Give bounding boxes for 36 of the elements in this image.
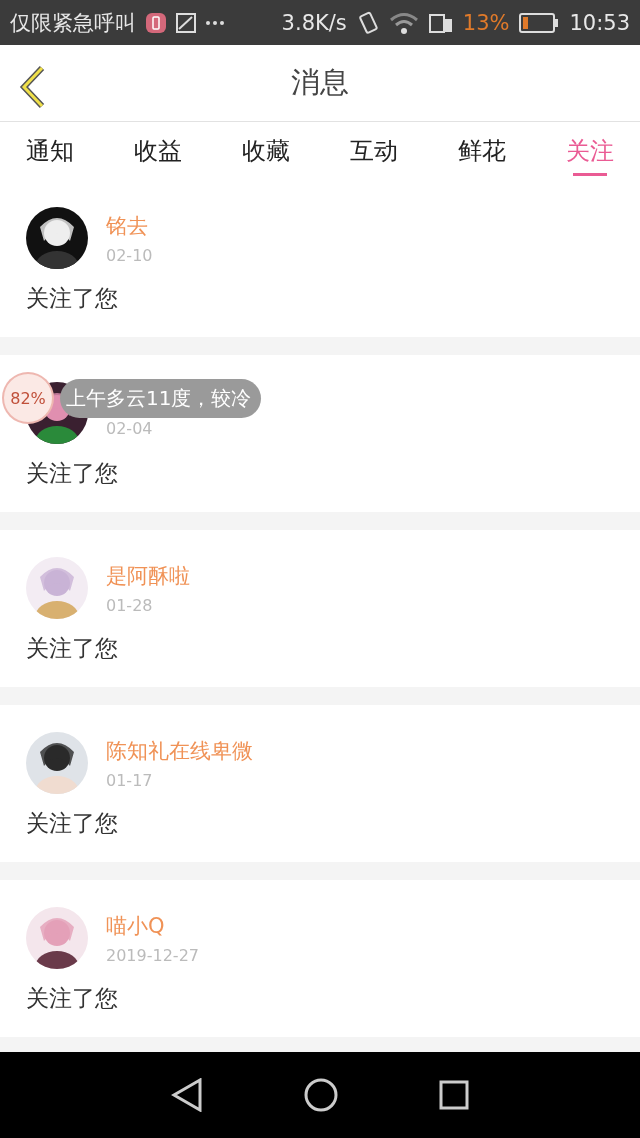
message-date: 01-17 (106, 770, 154, 790)
vibrate-icon (356, 10, 379, 35)
message-text: 关注了您 (26, 284, 119, 313)
more-icon (206, 20, 224, 25)
sim-icon (428, 11, 453, 34)
user-name[interactable]: 陈知礼在线卑微 (106, 736, 253, 765)
image-icon (176, 12, 196, 33)
tab[interactable]: 通知 (26, 122, 74, 180)
user-name[interactable]: 喵小Q (106, 911, 199, 940)
carrier-text: 仅限紧急呼叫 (10, 9, 136, 37)
clock: 10:53 (569, 10, 630, 35)
wifi-icon (388, 11, 419, 34)
user-name[interactable]: 是阿酥啦 (106, 561, 190, 590)
message-date: 02-10 (106, 245, 153, 265)
weather-bubble: 上午多云11度，较冷 (60, 378, 262, 418)
message-text: 关注了您 (26, 459, 119, 488)
app-icon (146, 12, 166, 33)
tab[interactable]: 关注 (566, 122, 614, 180)
battery-icon (519, 12, 560, 33)
battery-percent: 13% (462, 10, 510, 35)
user-name[interactable]: 铭去 (106, 211, 153, 240)
home-icon[interactable] (304, 1078, 338, 1112)
tab[interactable]: 互动 (350, 122, 398, 180)
tab[interactable]: 鲜花 (458, 122, 506, 180)
message-text: 关注了您 (26, 984, 119, 1013)
message-date: 01-28 (106, 595, 154, 615)
tab[interactable]: 收益 (134, 122, 182, 180)
tab[interactable]: 收藏 (242, 122, 290, 180)
page-title: 消息 (291, 64, 349, 101)
recent-apps-icon[interactable] (439, 1080, 470, 1110)
message-text: 关注了您 (26, 634, 119, 663)
message-text: 关注了您 (26, 809, 119, 838)
message-date: 2019-12-27 (106, 945, 199, 965)
message-date: 02-04 (106, 419, 153, 438)
back-nav-icon[interactable] (170, 1078, 203, 1112)
network-speed: 3.8K/s (281, 10, 347, 35)
